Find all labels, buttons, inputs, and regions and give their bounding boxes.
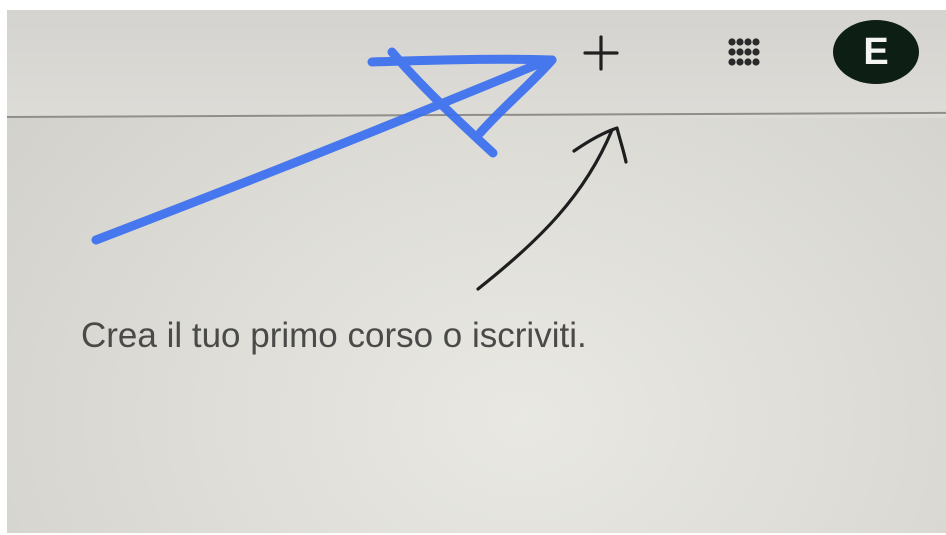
top-app-bar: E	[7, 10, 946, 118]
classroom-screen: E Crea il tuo primo corso o iscriviti.	[7, 10, 946, 533]
create-or-join-class-button[interactable]	[576, 31, 626, 75]
account-avatar-button[interactable]: E	[833, 20, 919, 84]
avatar-initial: E	[863, 30, 889, 73]
plus-icon	[583, 35, 619, 71]
google-apps-button[interactable]	[723, 34, 767, 74]
apps-grid-icon	[728, 38, 760, 66]
empty-state-message: Crea il tuo primo corso o iscriviti.	[81, 316, 587, 355]
photo-frame: E Crea il tuo primo corso o iscriviti.	[0, 0, 946, 535]
